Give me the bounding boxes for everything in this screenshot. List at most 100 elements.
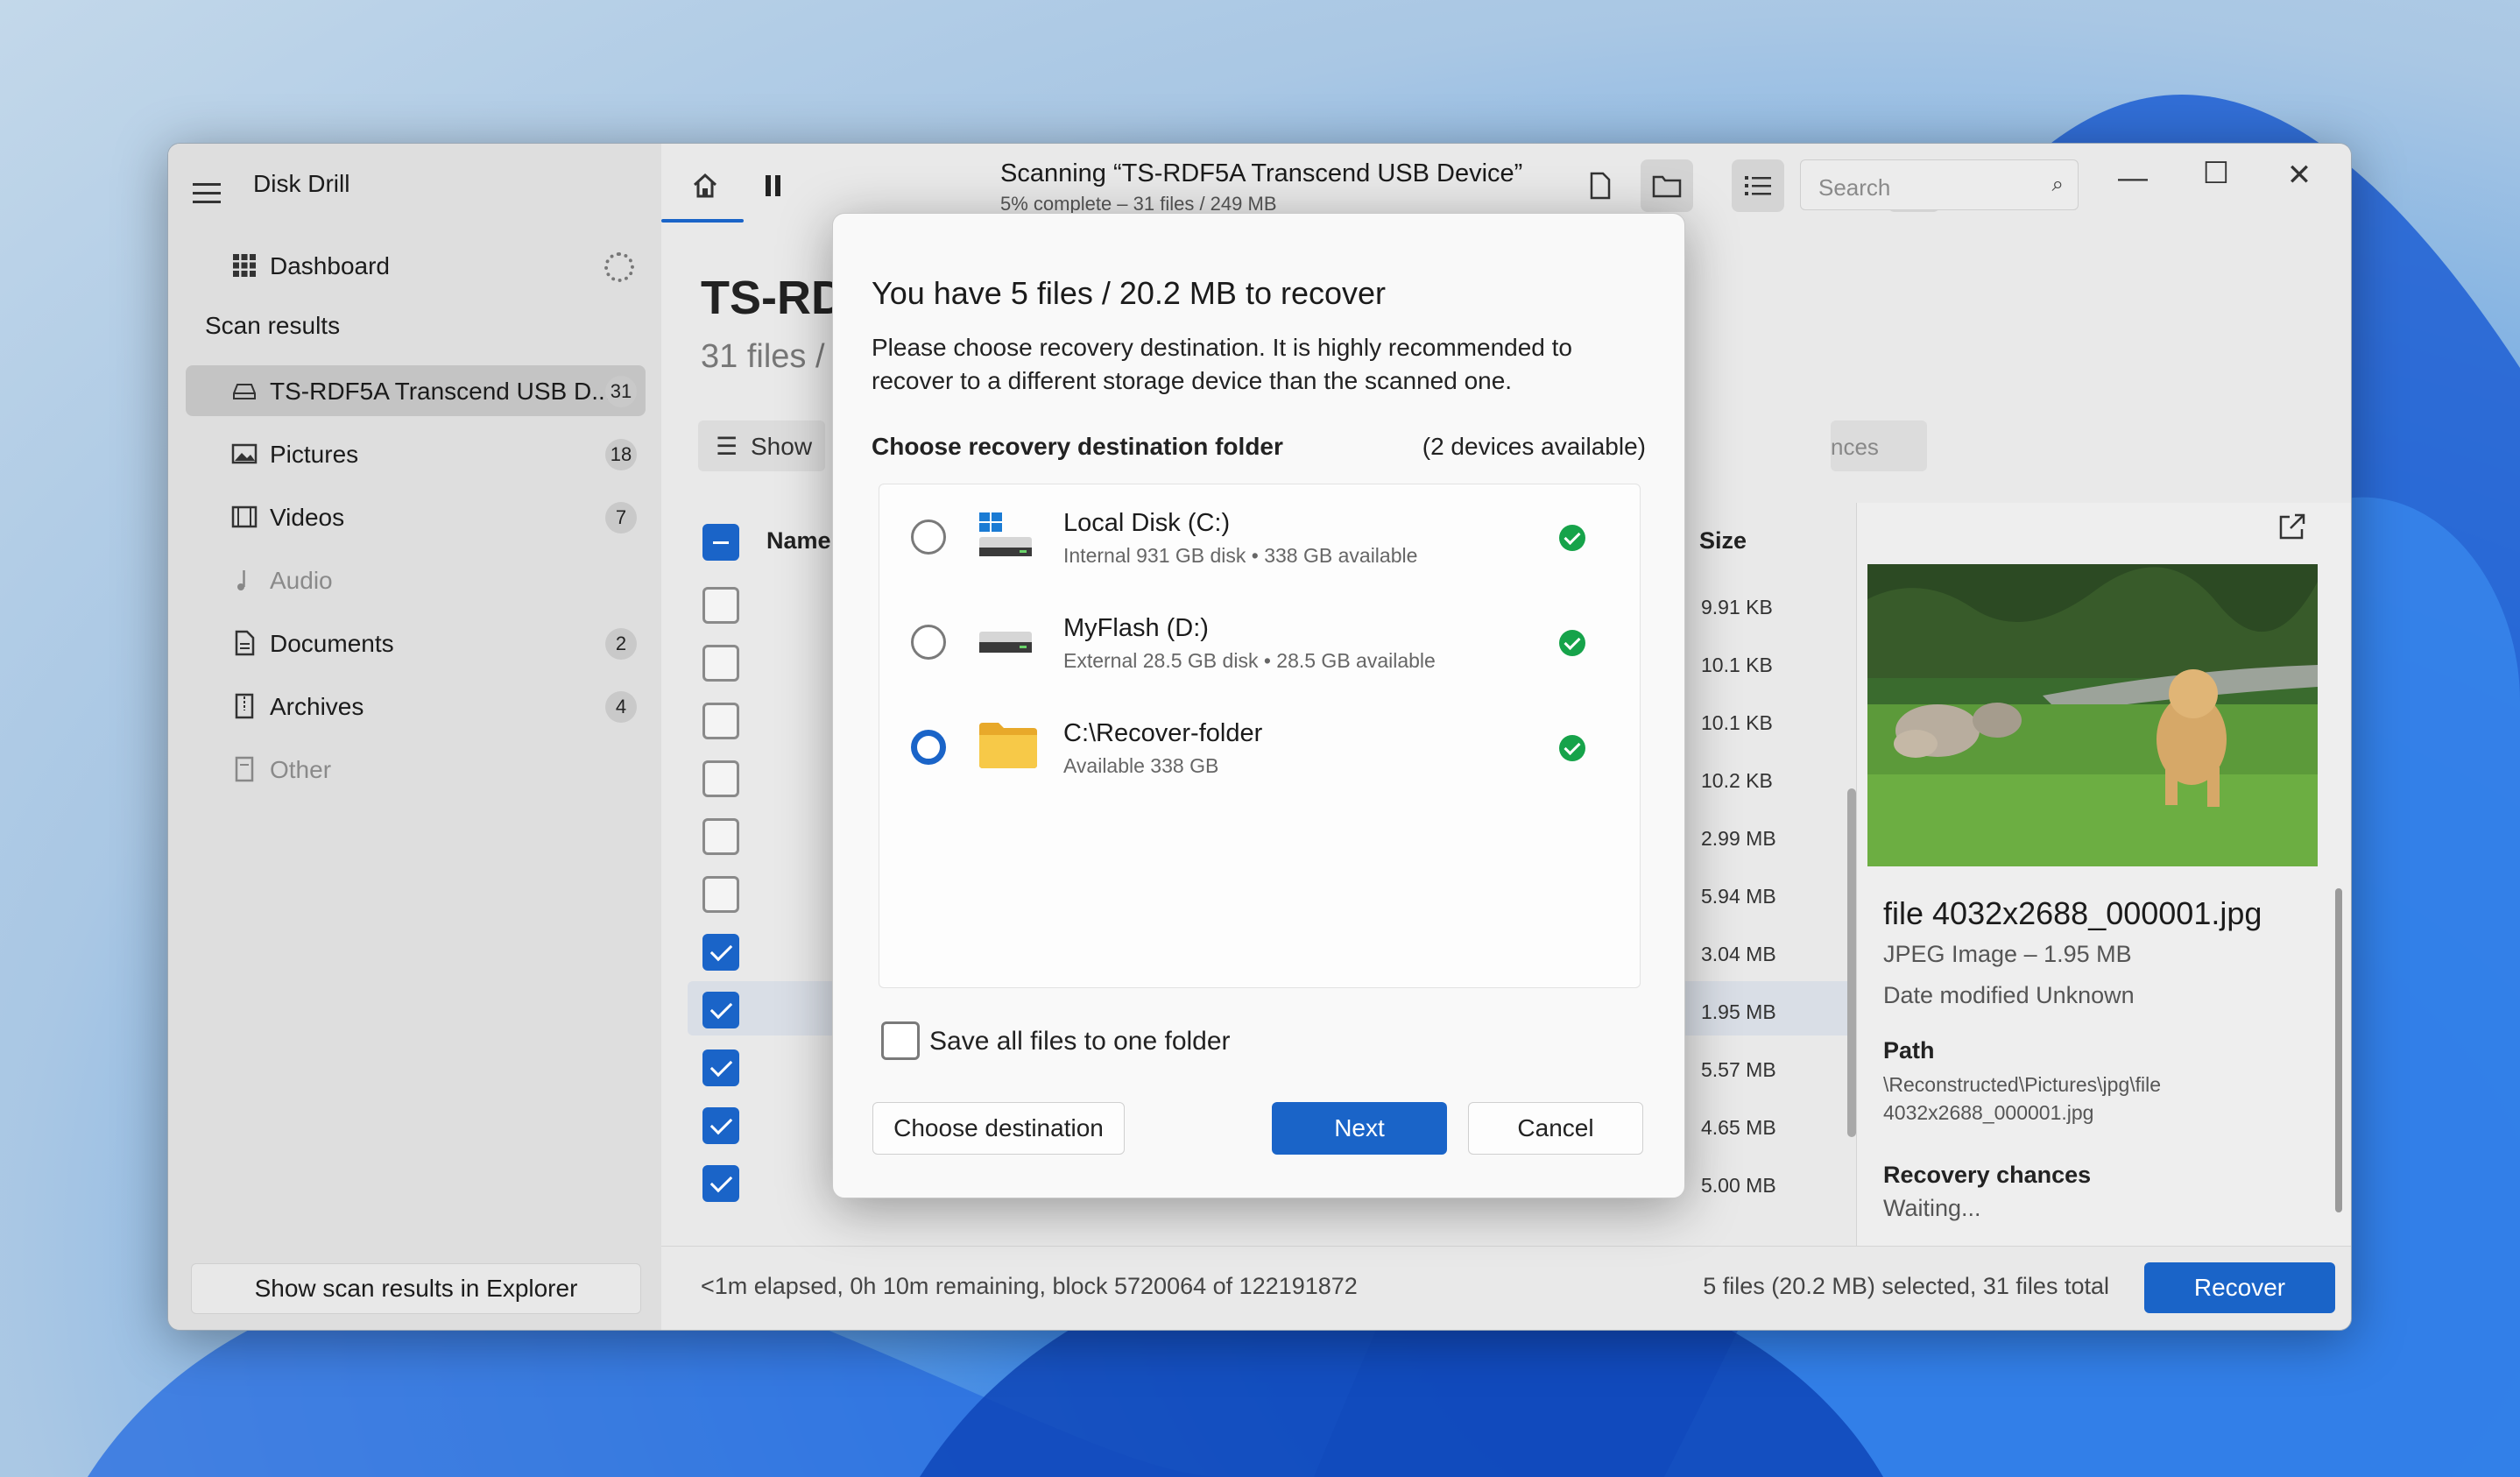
row-checkbox[interactable] [702, 760, 739, 797]
destination-option-recover-folder[interactable]: C:\Recover-folder Available 338 GB [879, 695, 1640, 800]
count-badge: 31 [605, 376, 637, 407]
column-header-size[interactable]: Size [1699, 527, 1747, 555]
recovery-destination-dialog: You have 5 files / 20.2 MB to recover Pl… [832, 213, 1685, 1198]
destination-name: C:\Recover-folder [1063, 719, 1263, 747]
row-checkbox[interactable] [702, 1049, 739, 1086]
home-icon[interactable] [679, 159, 731, 212]
row-size: 10.1 KB [1701, 711, 1773, 734]
check-circle-icon [1559, 630, 1585, 656]
row-checkbox[interactable] [702, 645, 739, 682]
folder-icon [979, 723, 1037, 768]
preview-scrollbar[interactable] [2335, 888, 2342, 1212]
picture-icon [231, 443, 258, 464]
close-icon[interactable]: ✕ [2273, 158, 2326, 193]
sidebar-item-label: Videos [270, 504, 345, 531]
dialog-description: Please choose recovery destination. It i… [872, 334, 1572, 394]
preview-pane: file 4032x2688_000001.jpg JPEG Image – 1… [1856, 503, 2351, 1247]
row-checkbox[interactable] [702, 1107, 739, 1144]
show-filter-label: Show [751, 433, 813, 460]
sidebar-item-audio[interactable]: Audio [186, 555, 646, 605]
destination-option-local-disk[interactable]: Local Disk (C:) Internal 931 GB disk • 3… [879, 484, 1640, 590]
menu-icon[interactable] [193, 177, 221, 209]
sidebar-item-other[interactable]: Other [186, 744, 646, 795]
radio-button[interactable] [911, 625, 946, 660]
destination-list: Local Disk (C:) Internal 931 GB disk • 3… [879, 484, 1641, 988]
radio-button-selected[interactable] [911, 730, 946, 765]
check-circle-icon [1559, 525, 1585, 551]
count-badge: 2 [605, 628, 637, 660]
choose-destination-button[interactable]: Choose destination [872, 1102, 1125, 1155]
film-icon [231, 505, 258, 528]
preview-file-type: JPEG Image – 1.95 MB [1883, 941, 2132, 967]
check-circle-icon [1559, 735, 1585, 761]
row-checkbox[interactable] [702, 876, 739, 913]
row-checkbox[interactable] [702, 992, 739, 1028]
maximize-icon[interactable]: ☐ [2190, 156, 2242, 191]
row-size: 4.65 MB [1701, 1116, 1776, 1139]
search-icon: ⌕ [2051, 173, 2064, 196]
recovery-chances-filter-button[interactable]: nces [1831, 420, 1927, 471]
count-badge: 4 [605, 691, 637, 723]
scan-progress-status: <1m elapsed, 0h 10m remaining, block 572… [701, 1273, 1358, 1299]
loading-spinner-icon [604, 252, 634, 282]
select-all-checkbox[interactable] [702, 524, 739, 561]
show-filter-button[interactable]: ☰ Show [698, 420, 825, 471]
music-note-icon [237, 570, 245, 590]
sidebar-item-label: Documents [270, 630, 394, 657]
row-size: 3.04 MB [1701, 943, 1776, 965]
destination-option-myflash[interactable]: MyFlash (D:) External 28.5 GB disk • 28.… [879, 590, 1640, 695]
preview-date-modified: Date modified Unknown [1883, 982, 2135, 1008]
sidebar-item-pictures[interactable]: Pictures 18 [186, 428, 646, 479]
list-view-icon[interactable] [1732, 159, 1784, 212]
section-heading: Scan results [205, 312, 341, 339]
radio-button[interactable] [911, 519, 946, 555]
destination-info: Available 338 GB [1063, 754, 1219, 777]
sidebar-item-dashboard[interactable]: Dashboard [186, 240, 646, 291]
open-external-icon[interactable] [2277, 512, 2307, 541]
save-one-folder-checkbox[interactable] [881, 1021, 920, 1060]
sidebar-item-documents[interactable]: Documents 2 [186, 618, 646, 668]
pause-icon[interactable] [747, 159, 800, 212]
sidebar-item-label: Dashboard [270, 252, 390, 279]
folder-view-icon[interactable] [1641, 159, 1693, 212]
list-scrollbar[interactable] [1847, 788, 1856, 1137]
show-in-explorer-button[interactable]: Show scan results in Explorer [191, 1263, 641, 1314]
sidebar-item-videos[interactable]: Videos 7 [186, 491, 646, 542]
document-icon [235, 630, 255, 656]
row-size: 10.2 KB [1701, 769, 1773, 792]
destination-name: MyFlash (D:) [1063, 614, 1209, 642]
file-view-icon[interactable] [1574, 159, 1627, 212]
minimize-icon[interactable]: — [2107, 161, 2159, 195]
row-checkbox[interactable] [702, 818, 739, 855]
row-checkbox[interactable] [702, 587, 739, 624]
sidebar-item-label: Audio [270, 567, 333, 594]
sidebar-item-archives[interactable]: Archives 4 [186, 681, 646, 731]
sliders-icon: ☰ [716, 433, 738, 460]
search-input[interactable]: Search ⌕ [1800, 159, 2079, 210]
sidebar: Disk Drill Dashboard Scan results TS-RDF… [168, 144, 661, 1330]
next-button[interactable]: Next [1272, 1102, 1447, 1155]
row-checkbox[interactable] [702, 703, 739, 739]
row-size: 5.94 MB [1701, 885, 1776, 908]
sidebar-item-label: Pictures [270, 441, 359, 468]
row-checkbox[interactable] [702, 1165, 739, 1202]
recover-button[interactable]: Recover [2144, 1262, 2335, 1313]
preview-image [1867, 564, 2318, 866]
status-bar: <1m elapsed, 0h 10m remaining, block 572… [661, 1246, 2351, 1330]
search-placeholder: Search [1818, 174, 1891, 201]
destination-info: Internal 931 GB disk • 338 GB available [1063, 544, 1418, 567]
selection-summary: 5 files (20.2 MB) selected, 31 files tot… [1703, 1273, 2109, 1299]
file-icon [235, 756, 254, 782]
archive-icon [235, 693, 254, 719]
preview-chances-value: Waiting... [1883, 1195, 1981, 1221]
app-title: Disk Drill [253, 170, 350, 197]
sidebar-item-device[interactable]: TS-RDF5A Transcend USB D... 31 [186, 365, 646, 416]
destination-info: External 28.5 GB disk • 28.5 GB availabl… [1063, 649, 1436, 672]
count-badge: 18 [605, 439, 637, 470]
row-size: 10.1 KB [1701, 654, 1773, 676]
column-header-name[interactable]: Name [766, 527, 831, 555]
grid-icon [233, 254, 256, 277]
cancel-button[interactable]: Cancel [1468, 1102, 1643, 1155]
row-checkbox[interactable] [702, 934, 739, 971]
save-one-folder-label[interactable]: Save all files to one folder [929, 1027, 1231, 1057]
